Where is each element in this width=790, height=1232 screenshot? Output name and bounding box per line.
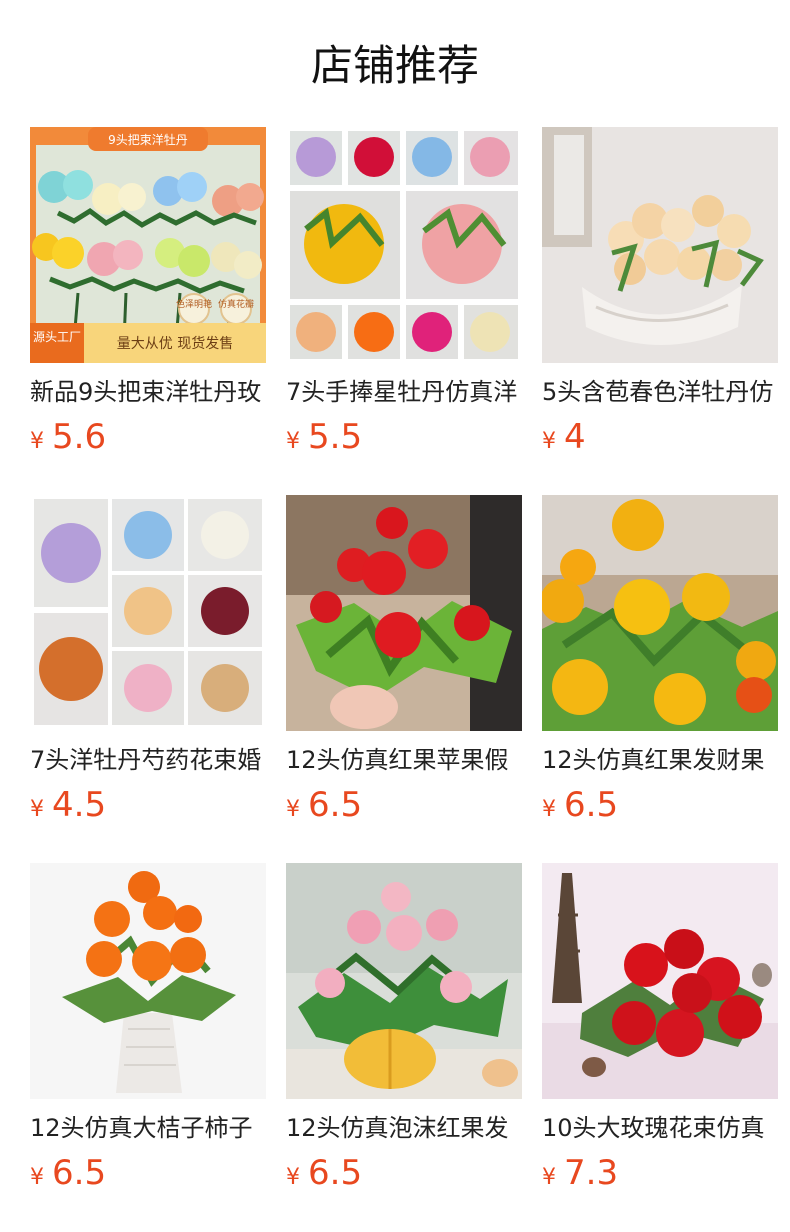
product-price: ¥4.5 xyxy=(30,783,106,827)
product-image[interactable] xyxy=(30,863,266,1099)
product-name[interactable]: 7头手捧星牡丹仿真洋 xyxy=(286,375,522,409)
price-currency: ¥ xyxy=(542,1165,556,1190)
product-image[interactable]: 9头把束洋牡丹 色泽明艳 仿真花瓣 源头工厂 量大从优 现货发售 xyxy=(30,127,266,363)
price-value: 5.5 xyxy=(308,417,363,457)
price-value: 6.5 xyxy=(52,1153,107,1193)
price-value: 6.5 xyxy=(308,1153,363,1193)
price-currency: ¥ xyxy=(286,429,300,454)
product-price: ¥6.5 xyxy=(30,1151,106,1195)
product-card[interactable]: 7头洋牡丹芍药花束婚 ¥4.5 xyxy=(30,495,266,835)
price-value: 7.3 xyxy=(564,1153,619,1193)
product-name[interactable]: 7头洋牡丹芍药花束婚 xyxy=(30,743,266,777)
image-badge-text: 9头把束洋牡丹 xyxy=(108,132,188,147)
price-currency: ¥ xyxy=(286,1165,300,1190)
product-image[interactable] xyxy=(542,495,778,731)
product-card[interactable]: 12头仿真红果苹果假 ¥6.5 xyxy=(286,495,522,835)
product-card[interactable]: 12头仿真泡沫红果发 ¥6.5 xyxy=(286,863,522,1203)
product-image[interactable] xyxy=(286,863,522,1099)
product-price: ¥6.5 xyxy=(286,1151,362,1195)
product-price: ¥6.5 xyxy=(542,783,618,827)
price-value: 5.6 xyxy=(52,417,107,457)
product-card[interactable]: 12头仿真红果发财果 ¥6.5 xyxy=(542,495,778,835)
product-image[interactable] xyxy=(542,863,778,1099)
price-currency: ¥ xyxy=(30,429,44,454)
product-price: ¥5.5 xyxy=(286,415,362,459)
price-value: 6.5 xyxy=(308,785,363,825)
product-price: ¥6.5 xyxy=(286,783,362,827)
product-price: ¥7.3 xyxy=(542,1151,618,1195)
price-currency: ¥ xyxy=(542,429,556,454)
image-banner-text: 量大从优 现货发售 xyxy=(117,335,233,352)
price-value: 6.5 xyxy=(564,785,619,825)
source-tag-text: 源头工厂 xyxy=(33,330,81,344)
product-name[interactable]: 12头仿真红果苹果假 xyxy=(286,743,522,777)
product-price: ¥4 xyxy=(542,415,586,459)
price-currency: ¥ xyxy=(286,797,300,822)
product-name[interactable]: 5头含苞春色洋牡丹仿 xyxy=(542,375,778,409)
product-name[interactable]: 新品9头把束洋牡丹玫 xyxy=(30,375,266,409)
product-price: ¥5.6 xyxy=(30,415,106,459)
product-name[interactable]: 10头大玫瑰花束仿真 xyxy=(542,1111,778,1145)
stamp-right-text: 仿真花瓣 xyxy=(218,298,254,310)
product-name[interactable]: 12头仿真红果发财果 xyxy=(542,743,778,777)
product-name[interactable]: 12头仿真泡沫红果发 xyxy=(286,1111,522,1145)
section-title: 店铺推荐 xyxy=(310,41,479,90)
product-card[interactable]: 7头手捧星牡丹仿真洋 ¥5.5 xyxy=(286,127,522,467)
product-image[interactable] xyxy=(286,495,522,731)
product-card[interactable]: 9头把束洋牡丹 色泽明艳 仿真花瓣 源头工厂 量大从优 现货发售 新品9头把束洋… xyxy=(30,127,266,467)
price-currency: ¥ xyxy=(30,1165,44,1190)
product-card[interactable]: 5头含苞春色洋牡丹仿 ¥4 xyxy=(542,127,778,467)
product-card[interactable]: 12头仿真大桔子柿子 ¥6.5 xyxy=(30,863,266,1203)
product-image[interactable] xyxy=(542,127,778,363)
product-name[interactable]: 12头仿真大桔子柿子 xyxy=(30,1111,266,1145)
price-currency: ¥ xyxy=(30,797,44,822)
price-value: 4.5 xyxy=(52,785,107,825)
product-card[interactable]: 10头大玫瑰花束仿真 ¥7.3 xyxy=(542,863,778,1203)
price-value: 4 xyxy=(564,417,586,457)
price-currency: ¥ xyxy=(542,797,556,822)
product-image[interactable] xyxy=(30,495,266,731)
product-image[interactable] xyxy=(286,127,522,363)
stamp-left-text: 色泽明艳 xyxy=(176,298,212,310)
